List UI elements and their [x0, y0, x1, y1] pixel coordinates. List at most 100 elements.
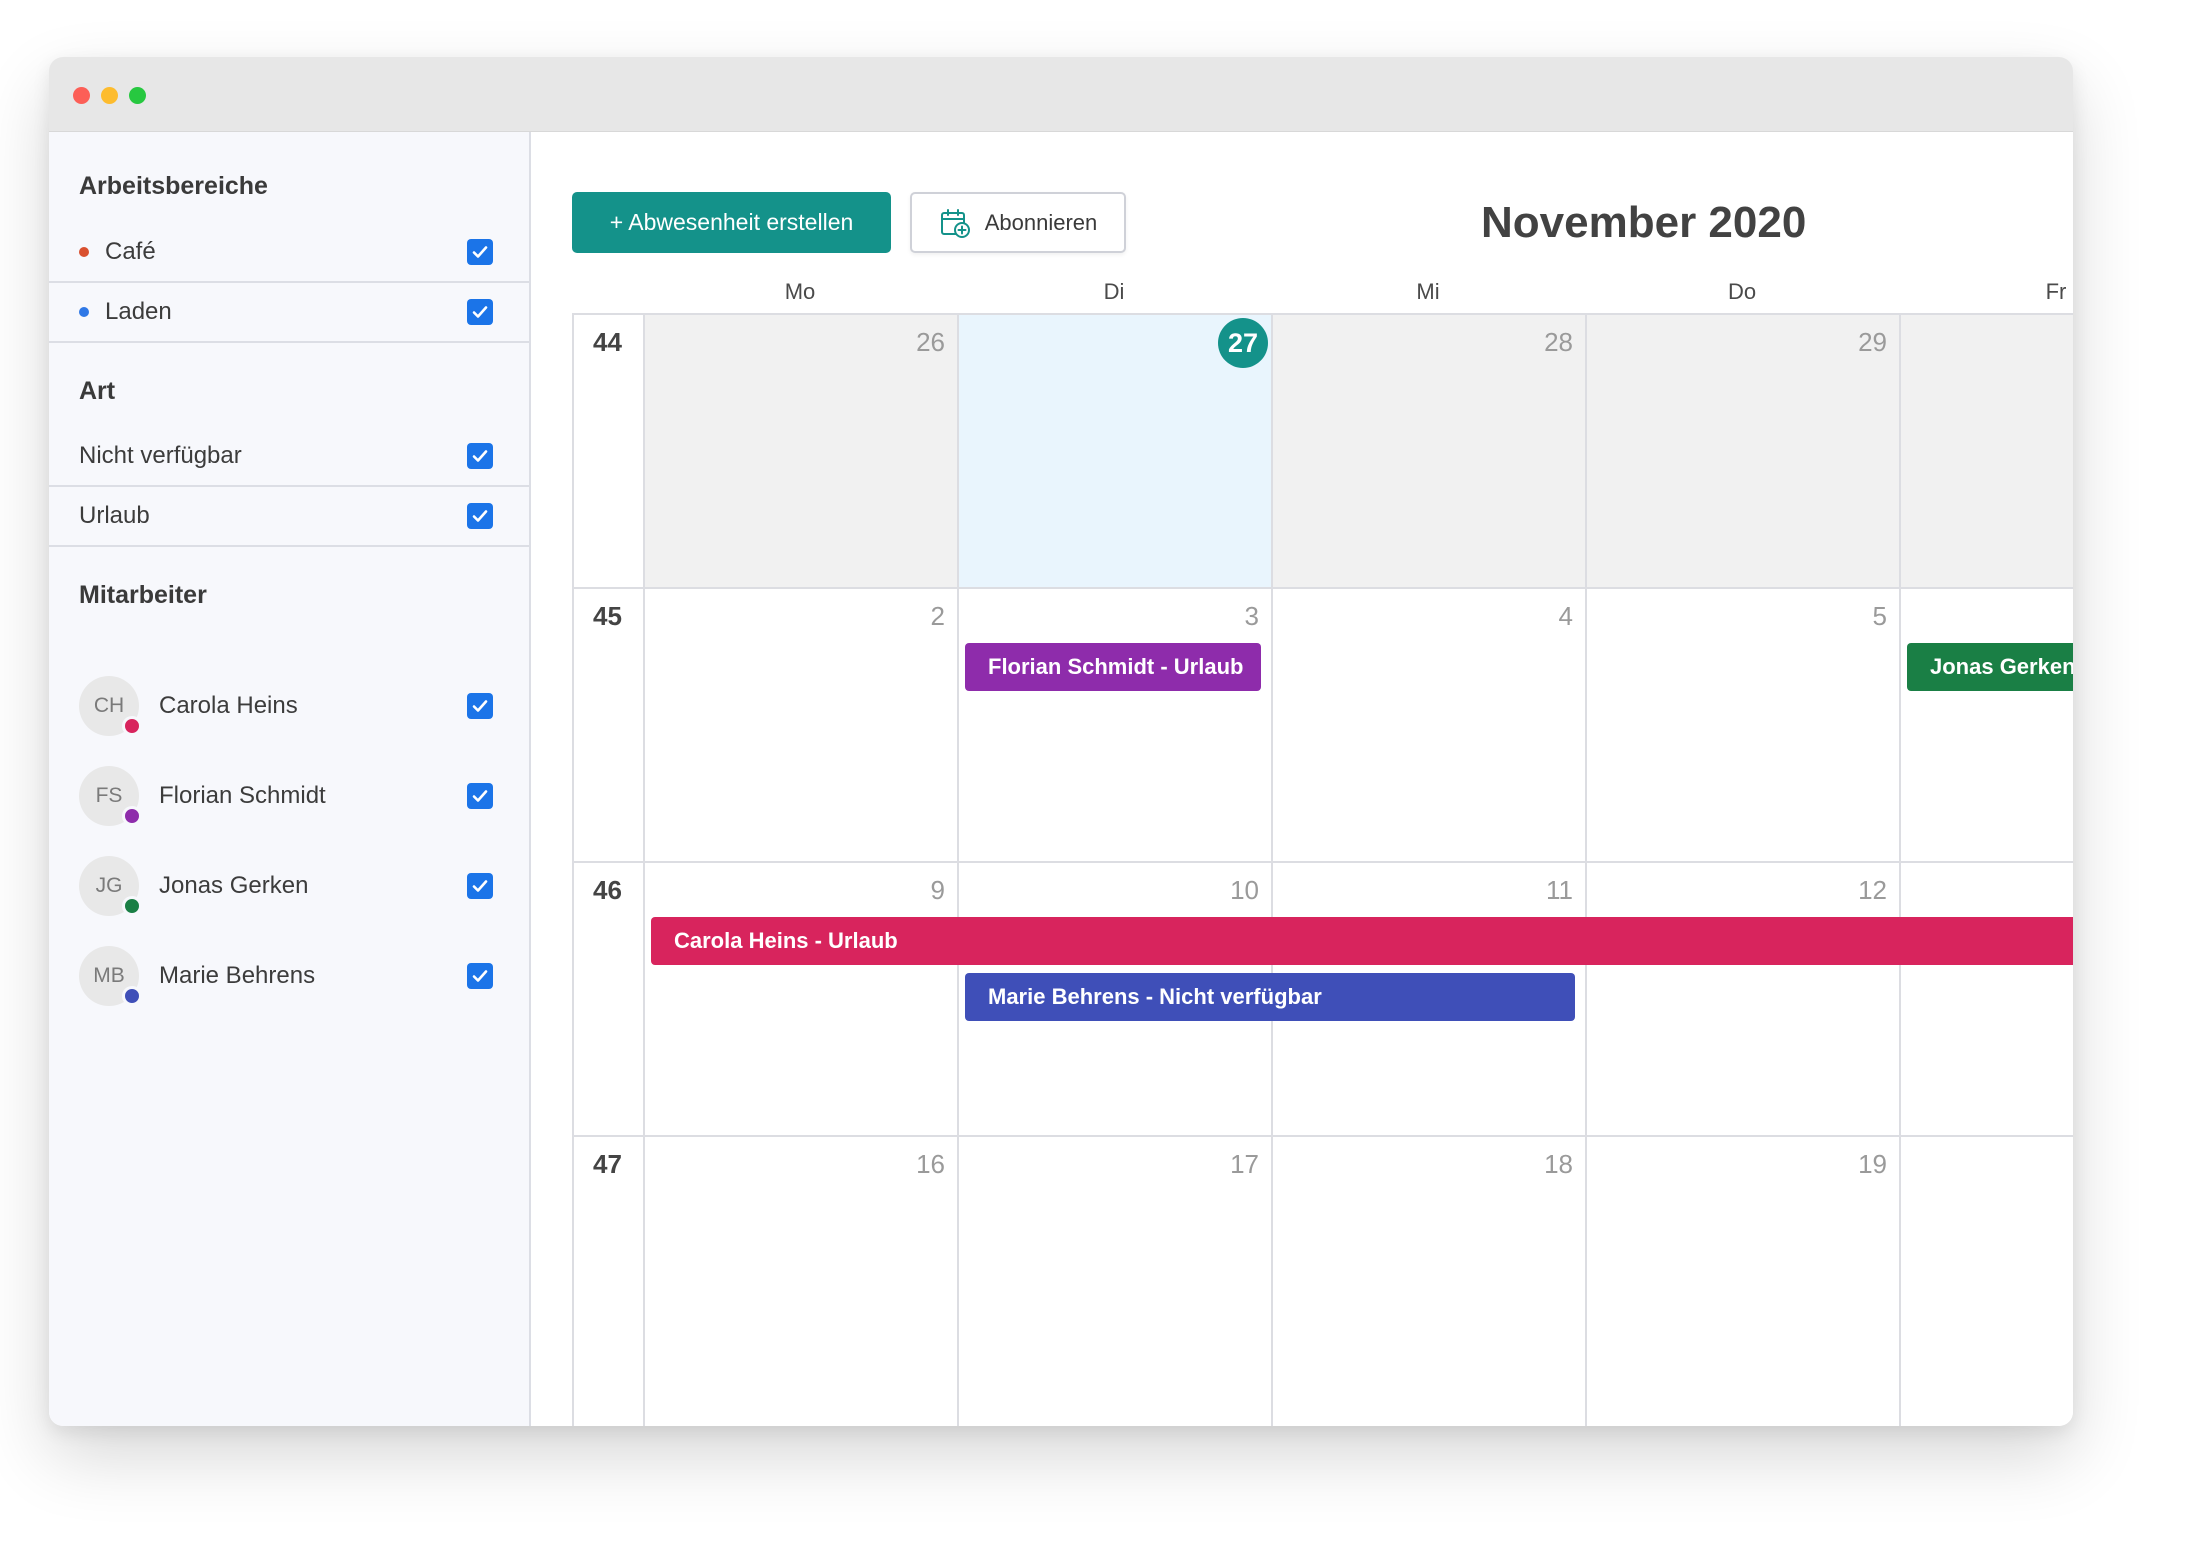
- maximize-window-button[interactable]: [129, 87, 146, 104]
- subscribe-button[interactable]: Abonnieren: [910, 192, 1126, 253]
- cafe-color-dot: [79, 247, 89, 257]
- workspaces-heading: Arbeitsbereiche: [79, 172, 268, 200]
- subscribe-label: Abonnieren: [984, 209, 1098, 235]
- avatar: JG: [79, 856, 142, 916]
- day-cell[interactable]: 3: [957, 587, 1271, 861]
- type-label: Nicht verfügbar: [79, 442, 242, 469]
- avatar-initials: CH: [93, 694, 125, 717]
- event-carola-heins-urlaub[interactable]: Carola Heins - Urlaub: [651, 917, 2073, 965]
- calendar-plus-icon: [940, 208, 970, 238]
- florian-schmidt-checkbox[interactable]: [467, 783, 493, 809]
- day-number: 28: [1544, 327, 1573, 357]
- day-number: 4: [1558, 601, 1573, 631]
- day-number: 2: [930, 601, 945, 631]
- day-cell[interactable]: 26: [643, 313, 957, 587]
- avatar-initials: FS: [95, 784, 123, 807]
- checkmark-icon: [472, 700, 488, 712]
- day-cell[interactable]: 12: [1585, 861, 1899, 1135]
- day-cell[interactable]: 9: [643, 861, 957, 1135]
- calendar-main: + Abwesenheit erstellen Abonnieren Novem…: [531, 132, 2073, 1426]
- day-cell[interactable]: [1899, 587, 2073, 861]
- close-window-button[interactable]: [73, 87, 90, 104]
- filter-sidebar: Arbeitsbereiche Café Laden Art Nicht ver…: [49, 132, 531, 1426]
- day-cell[interactable]: [1899, 861, 2073, 1135]
- event-jonas-gerken[interactable]: Jonas Gerken: [1907, 643, 2073, 691]
- day-number: 19: [1858, 1149, 1887, 1179]
- day-number: 17: [1230, 1149, 1259, 1179]
- jonas-gerken-checkbox[interactable]: [467, 873, 493, 899]
- workspace-label: Laden: [105, 298, 172, 325]
- avatar: CH: [79, 676, 142, 736]
- checkmark-icon: [472, 970, 488, 982]
- day-cell[interactable]: 28: [1271, 313, 1585, 587]
- nicht-verfuegbar-checkbox[interactable]: [467, 443, 493, 469]
- employee-color-dot: [122, 806, 142, 826]
- employee-filter-carola-heins[interactable]: CH Carola Heins: [49, 674, 529, 738]
- event-florian-schmidt-urlaub[interactable]: Florian Schmidt - Urlaub: [965, 643, 1261, 691]
- day-number: 12: [1858, 875, 1887, 905]
- checkmark-icon: [472, 790, 488, 802]
- week-number: 46: [572, 861, 643, 1135]
- create-absence-button[interactable]: + Abwesenheit erstellen: [572, 192, 891, 253]
- avatar-initials: JG: [95, 874, 123, 897]
- workspace-filter-laden[interactable]: Laden: [49, 283, 529, 343]
- avatar: MB: [79, 946, 142, 1006]
- day-number: 18: [1544, 1149, 1573, 1179]
- day-cell[interactable]: 18: [1271, 1135, 1585, 1426]
- weekday-header-di: Di: [1103, 279, 1125, 304]
- day-number: 9: [930, 875, 945, 905]
- type-filter-urlaub[interactable]: Urlaub: [49, 487, 529, 547]
- workspace-filter-cafe[interactable]: Café: [49, 223, 529, 283]
- month-title: November 2020: [1481, 197, 1807, 247]
- avatar: FS: [79, 766, 142, 826]
- day-number: 11: [1546, 875, 1573, 905]
- title-bar: [49, 57, 2073, 132]
- minimize-window-button[interactable]: [101, 87, 118, 104]
- day-cell[interactable]: 5: [1585, 587, 1899, 861]
- weekday-header-mi: Mi: [1416, 279, 1440, 304]
- employee-filter-marie-behrens[interactable]: MB Marie Behrens: [49, 944, 529, 1008]
- employee-name: Jonas Gerken: [159, 872, 309, 899]
- day-number: 29: [1858, 327, 1887, 357]
- day-cell[interactable]: [1899, 313, 2073, 587]
- checkmark-icon: [472, 306, 488, 318]
- employee-name: Carola Heins: [159, 692, 298, 719]
- checkmark-icon: [472, 510, 488, 522]
- avatar-initials: MB: [93, 964, 125, 987]
- week-number: 44: [572, 313, 643, 587]
- workspace-label: Café: [105, 238, 156, 265]
- carola-heins-checkbox[interactable]: [467, 693, 493, 719]
- employee-color-dot: [122, 986, 142, 1006]
- day-cell[interactable]: [1899, 1135, 2073, 1426]
- weekday-header-do: Do: [1727, 279, 1757, 304]
- employee-filter-jonas-gerken[interactable]: JG Jonas Gerken: [49, 854, 529, 918]
- employee-color-dot: [122, 896, 142, 916]
- laden-checkbox[interactable]: [467, 299, 493, 325]
- day-cell[interactable]: 19: [1585, 1135, 1899, 1426]
- day-number: 3: [1244, 601, 1259, 631]
- day-cell[interactable]: 2: [643, 587, 957, 861]
- week-number: 47: [572, 1135, 643, 1426]
- day-cell-today[interactable]: 27: [957, 313, 1271, 587]
- type-label: Urlaub: [79, 502, 150, 529]
- app-window: Arbeitsbereiche Café Laden Art Nicht ver…: [49, 57, 2073, 1426]
- type-heading: Art: [79, 377, 116, 405]
- day-cell[interactable]: 16: [643, 1135, 957, 1426]
- checkmark-icon: [472, 450, 488, 462]
- marie-behrens-checkbox[interactable]: [467, 963, 493, 989]
- urlaub-checkbox[interactable]: [467, 503, 493, 529]
- event-marie-behrens-nicht-verfuegbar[interactable]: Marie Behrens - Nicht verfügbar: [965, 973, 1575, 1021]
- day-number: 10: [1230, 875, 1259, 905]
- weekday-header-mo: Mo: [784, 279, 816, 304]
- employees-heading: Mitarbeiter: [79, 581, 207, 609]
- weekday-header-fr: Fr: [2045, 279, 2067, 304]
- month-grid: 44 26 27 28 29 45 2 3 4 5 46 9 10 11 12 …: [572, 313, 2073, 1426]
- cafe-checkbox[interactable]: [467, 239, 493, 265]
- day-cell[interactable]: 29: [1585, 313, 1899, 587]
- day-cell[interactable]: 17: [957, 1135, 1271, 1426]
- employee-filter-florian-schmidt[interactable]: FS Florian Schmidt: [49, 764, 529, 828]
- week-number: 45: [572, 587, 643, 861]
- day-cell[interactable]: 4: [1271, 587, 1585, 861]
- type-filter-nicht-verfuegbar[interactable]: Nicht verfügbar: [49, 427, 529, 487]
- checkmark-icon: [472, 880, 488, 892]
